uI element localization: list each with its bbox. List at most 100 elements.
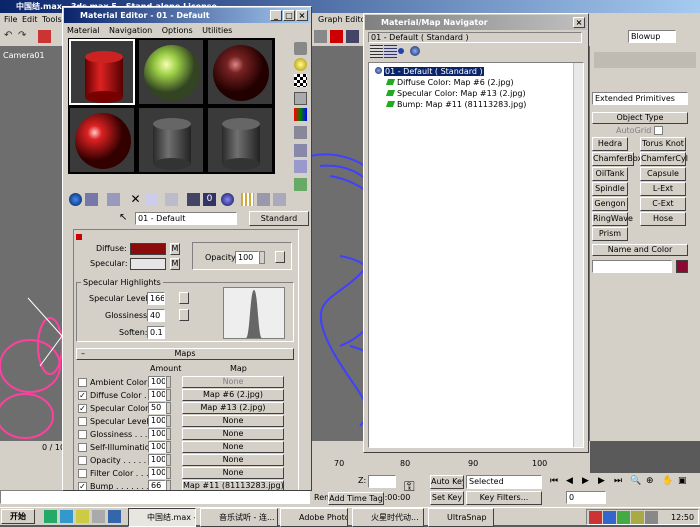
next-frame-icon[interactable]: ▶ (598, 476, 611, 489)
goto-start-icon[interactable]: ⏮ (550, 476, 563, 489)
tree-map-node[interactable]: Diffuse Color: Map #6 (2.jpg) (385, 78, 514, 88)
sample-slot-1[interactable] (69, 39, 135, 105)
torus-knot-button[interactable]: Torus Knot (640, 137, 686, 151)
make-unique-icon[interactable] (145, 193, 158, 206)
map-enable-checkbox[interactable]: ✓ (78, 482, 87, 490)
specular-color-swatch[interactable] (130, 258, 166, 270)
view-list-icons-icon[interactable] (384, 45, 397, 58)
c-ext-button[interactable]: C-Ext (640, 197, 686, 211)
chamfercyl-button[interactable]: ChamferCyl (640, 152, 688, 166)
start-button[interactable]: 开始 (1, 509, 35, 524)
map-enable-checkbox[interactable] (78, 456, 87, 465)
map-amount-spinner[interactable] (166, 389, 171, 401)
l-ext-button[interactable]: L-Ext (640, 182, 686, 196)
view-list-icon[interactable] (370, 45, 383, 58)
map-enable-checkbox[interactable] (78, 417, 87, 426)
view-large-icons-icon[interactable] (410, 46, 420, 56)
sample-slot-6[interactable] (207, 107, 273, 173)
go-forward-sibling-icon[interactable] (273, 193, 286, 206)
tray-icon[interactable] (603, 511, 616, 524)
pan-icon[interactable]: ✋ (662, 476, 675, 489)
material-type-button[interactable]: Standard (249, 211, 309, 226)
map-amount-field[interactable]: 100 (148, 441, 166, 453)
background-icon[interactable] (294, 74, 307, 87)
map-enable-checkbox[interactable]: ✓ (78, 404, 87, 413)
glossiness-map-button[interactable] (179, 309, 189, 321)
map-amount-field[interactable]: 100 (148, 454, 166, 466)
tree-map-node[interactable]: Bump: Map #11 (81113283.jpg) (385, 100, 526, 110)
sample-slot-2[interactable] (138, 39, 204, 105)
show-map-icon[interactable] (221, 193, 234, 206)
map-enable-checkbox[interactable]: ✓ (78, 391, 87, 400)
map-amount-spinner[interactable] (166, 480, 171, 490)
ringwave-button[interactable]: RingWave (592, 212, 633, 226)
hedra-button[interactable]: Hedra (592, 137, 628, 151)
gengon-button[interactable]: Gengon (592, 197, 628, 211)
specular-level-field[interactable]: 166 (147, 292, 165, 305)
tree-map-node[interactable]: Specular Color: Map #13 (2.jpg) (385, 89, 526, 99)
specular-map-button[interactable]: M (170, 258, 180, 270)
map-amount-field[interactable]: 50 (148, 402, 166, 414)
map-slot-button[interactable]: None (182, 441, 284, 453)
options-icon[interactable] (294, 144, 307, 157)
auto-key-button[interactable]: Auto Key (430, 475, 464, 489)
toolbar-tool-icon[interactable] (330, 30, 343, 43)
maximize-viewport-icon[interactable]: ▣ (678, 476, 691, 489)
menu-navigation[interactable]: Navigation (109, 26, 152, 35)
object-name-field[interactable] (592, 260, 672, 273)
toolbar-tool-icon[interactable] (346, 30, 359, 43)
specular-level-map-button[interactable] (179, 292, 189, 304)
close-button[interactable]: × (296, 10, 308, 21)
tree-material-node[interactable]: 01 - Default ( Standard ) (375, 67, 484, 77)
glossiness-field[interactable]: 40 (147, 309, 165, 322)
goto-end-icon[interactable]: ⏭ (614, 476, 627, 489)
map-slot-button[interactable]: Map #6 (2.jpg) (182, 389, 284, 401)
prev-frame-icon[interactable]: ◀ (566, 476, 579, 489)
toolbar-tool-icon[interactable] (314, 30, 327, 43)
select-by-material-icon[interactable] (294, 160, 307, 173)
material-id-icon[interactable]: 0 (203, 193, 216, 206)
maps-rollout-header[interactable]: – Maps (76, 348, 294, 360)
map-amount-spinner[interactable] (166, 428, 171, 440)
navigator-close-button[interactable]: × (573, 17, 585, 28)
set-key-button[interactable]: Set Key (430, 491, 464, 505)
task-photoshop[interactable]: Adobe Photos... (280, 508, 348, 527)
map-amount-spinner[interactable] (166, 415, 171, 427)
menu-material[interactable]: Material (67, 26, 100, 35)
menu-edit[interactable]: Edit (22, 15, 38, 24)
put-to-library-icon[interactable] (165, 193, 178, 206)
backlight-icon[interactable] (294, 58, 307, 71)
map-amount-spinner[interactable] (166, 441, 171, 453)
select-link-icon[interactable] (38, 30, 51, 43)
z-coordinate-field[interactable] (368, 475, 396, 488)
chamferbox-button[interactable]: ChamferBox (592, 152, 642, 166)
menu-utilities[interactable]: Utilities (202, 26, 232, 35)
maximize-button[interactable]: □ (283, 10, 295, 21)
sample-slot-5[interactable] (138, 107, 204, 173)
task-ultrasnap[interactable]: UltraSnap (428, 508, 494, 527)
quick-launch-icon[interactable] (92, 510, 105, 523)
navigator-scrollbar[interactable] (573, 63, 583, 447)
map-amount-field[interactable]: 100 (148, 389, 166, 401)
map-amount-field[interactable]: 100 (148, 376, 166, 388)
diffuse-color-swatch[interactable] (130, 243, 166, 255)
key-mode-dropdown[interactable]: Selected (466, 475, 542, 489)
key-filters-button[interactable]: Key Filters... (466, 491, 542, 505)
material-name-field[interactable]: 01 - Default (135, 212, 237, 225)
get-material-icon[interactable] (69, 193, 82, 206)
object-type-rollout[interactable]: Object Type (592, 112, 688, 124)
tray-icon[interactable] (631, 511, 644, 524)
panel-tabs[interactable] (594, 52, 696, 68)
undo-icon[interactable]: ↶ (4, 30, 17, 43)
task-hxsd[interactable]: 火星时代动... (352, 508, 424, 527)
tray-icon[interactable] (589, 511, 602, 524)
map-amount-field[interactable]: 100 (148, 428, 166, 440)
spindle-button[interactable]: Spindle (592, 182, 628, 196)
autogrid-checkbox[interactable] (654, 126, 663, 135)
zoom-icon[interactable]: 🔍 (630, 476, 643, 489)
go-to-parent-icon[interactable] (257, 193, 270, 206)
map-slot-button[interactable]: None (182, 376, 284, 388)
view-small-icons-icon[interactable] (398, 48, 404, 54)
quick-launch-icon[interactable] (44, 510, 57, 523)
pick-material-icon[interactable]: ↖ (119, 212, 132, 225)
